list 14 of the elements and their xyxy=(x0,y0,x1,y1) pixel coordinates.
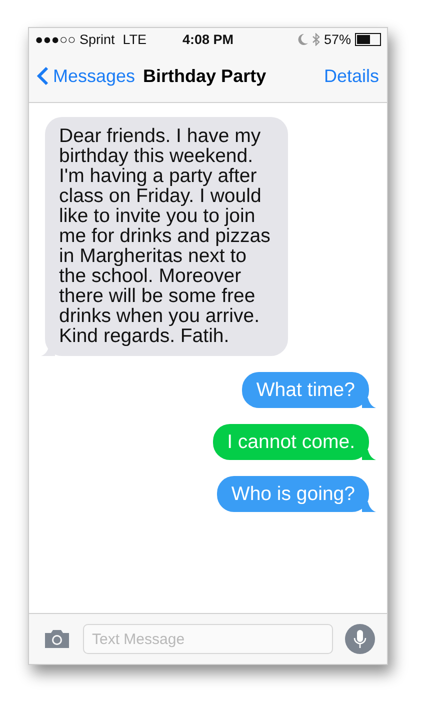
battery-percent: 57% xyxy=(324,32,351,46)
message-input[interactable]: Text Message xyxy=(83,624,333,654)
conversation-title: Birthday Party xyxy=(143,66,268,86)
clock: 4:08 PM xyxy=(181,32,234,46)
microphone-icon[interactable] xyxy=(345,624,375,654)
moon-icon xyxy=(298,34,308,44)
battery-icon xyxy=(354,32,381,46)
back-chevron-icon xyxy=(37,66,49,86)
network-label: LTE xyxy=(122,32,147,46)
carrier-label: ●●●○○ Sprint xyxy=(35,32,115,46)
bluetooth-icon xyxy=(312,32,320,46)
back-button[interactable]: Messages xyxy=(37,66,136,86)
details-link[interactable]: Details xyxy=(324,66,379,86)
camera-icon[interactable] xyxy=(43,629,71,649)
